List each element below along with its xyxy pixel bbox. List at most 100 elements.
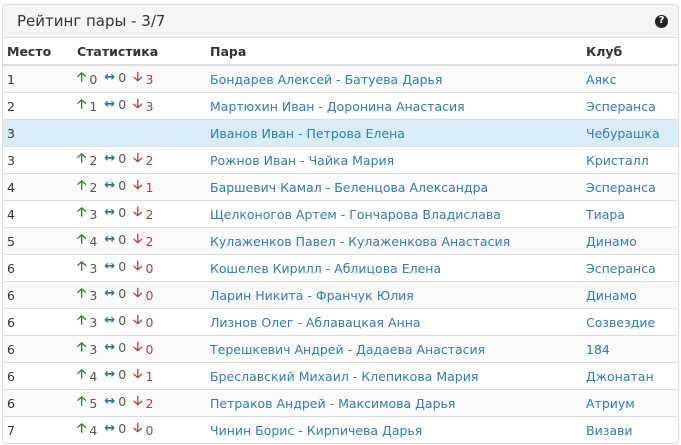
club-cell: Аякс [582,65,678,93]
club-link[interactable]: Кристалл [586,153,649,168]
club-link[interactable]: Визави [586,423,633,438]
club-link[interactable]: Созвездие [586,315,655,330]
draws-count: 0 [118,394,127,409]
rating-table: Место Статистика Пара Клуб 1 🡡 0 ↔ 0 🡣 3 Бондар… [3,38,678,443]
club-link[interactable]: Динамо [586,288,637,303]
club-link[interactable]: Эсперанса [586,99,656,114]
pair-link[interactable]: Терешкевич Андрей - Дадаева Анастасия [210,342,485,357]
losses-count: 1 [145,179,154,195]
pair-link[interactable]: Лизнов Олег - Аблавацкая Анна [210,315,421,330]
place-cell: 2 [3,92,73,120]
arrow-left-right-icon: ↔ [104,367,116,382]
losses-count: 2 [145,206,154,222]
wins-stat: 🡡 5 [77,392,97,414]
club-link[interactable]: Джонатан [586,369,654,384]
draws-count: 0 [118,232,127,247]
pair-link[interactable]: Петраков Андрей - Максимова Дарья [210,396,455,411]
club-link[interactable]: Эсперанса [586,261,656,276]
arrow-up-icon: 🡡 [77,178,87,193]
losses-count: 0 [145,287,154,303]
club-cell: Тиара [582,200,678,228]
pair-cell: Мартюхин Иван - Доронина Анастасия [206,92,582,120]
stats-cell: 🡡 4 ↔ 0 🡣 2 [73,227,206,255]
pair-cell: Кошелев Кирилл - Аблицова Елена [206,254,582,282]
pair-link[interactable]: Кошелев Кирилл - Аблицова Елена [210,261,441,276]
losses-stat: 🡣 0 [133,338,153,360]
pair-link[interactable]: Рожнов Иван - Чайка Мария [210,153,394,168]
arrow-left-right-icon: ↔ [104,205,116,220]
wins-count: 2 [89,152,98,168]
wins-stat: 🡡 4 [77,365,97,387]
wins-stat: 🡡 2 [77,176,97,198]
place-cell: 4 [3,173,73,201]
losses-stat: 🡣 2 [133,230,153,252]
wins-count: 3 [89,287,98,303]
wins-count: 1 [89,98,98,114]
wins-stat: 🡡 3 [77,257,97,279]
stats-cell: 🡡 3 ↔ 0 🡣 0 [73,308,206,336]
club-cell: Динамо [582,281,678,309]
losses-stat: 🡣 2 [133,203,153,225]
table-row: 4 🡡 2 ↔ 0 🡣 1 Баршевич Камал - Беленцова Алекса… [3,173,678,201]
wins-count: 4 [89,368,98,384]
club-link[interactable]: 184 [586,342,610,357]
pair-cell: Петраков Андрей - Максимова Дарья [206,389,582,417]
arrow-left-right-icon: ↔ [104,70,116,85]
pair-link[interactable]: Иванов Иван - Петрова Елена [210,126,405,141]
col-header-place: Место [3,38,73,66]
club-link[interactable]: Аякс [586,72,617,87]
losses-stat: 🡣 1 [133,176,153,198]
pair-link[interactable]: Ларин Никита - Франчук Юлия [210,288,414,303]
arrow-up-icon: 🡡 [77,421,87,436]
club-cell: Эсперанса [582,254,678,282]
pair-link[interactable]: Бреславский Михаил - Клепикова Мария [210,369,478,384]
table-row: 6 🡡 3 ↔ 0 🡣 0 Ларин Никита - Франчук Юлия Динамо [3,281,678,309]
wins-stat: 🡡 3 [77,338,97,360]
pair-cell: Терешкевич Андрей - Дадаева Анастасия [206,335,582,363]
pair-link[interactable]: Чинин Борис - Кирпичева Дарья [210,423,422,438]
club-cell: Созвездие [582,308,678,336]
pair-link[interactable]: Кулаженков Павел - Кулаженкова Анастасия [210,234,510,249]
arrow-up-icon: 🡡 [77,97,87,112]
arrow-left-right-icon: ↔ [104,340,116,355]
arrow-down-icon: 🡣 [133,97,143,112]
losses-stat: 🡣 3 [133,95,153,117]
draws-stat: ↔ 0 [104,70,126,85]
club-cell: Атриум [582,389,678,417]
club-cell: Динамо [582,227,678,255]
pair-cell: Бреславский Михаил - Клепикова Мария [206,362,582,390]
club-link[interactable]: Динамо [586,234,637,249]
arrow-left-right-icon: ↔ [104,421,116,436]
draws-stat: ↔ 0 [104,259,126,274]
pair-link[interactable]: Бондарев Алексей - Батуева Дарья [210,72,442,87]
table-header-row: Место Статистика Пара Клуб [3,38,678,66]
wins-count: 3 [89,314,98,330]
club-link[interactable]: Эсперанса [586,180,656,195]
losses-stat: 🡣 2 [133,392,153,414]
losses-count: 0 [145,314,154,330]
pair-link[interactable]: Баршевич Камал - Беленцова Александра [210,180,488,195]
wins-count: 5 [89,395,98,411]
club-cell: Джонатан [582,362,678,390]
pair-link[interactable]: Мартюхин Иван - Доронина Анастасия [210,99,465,114]
pair-link[interactable]: Щелконогов Артем - Гончарова Владислава [210,207,501,222]
club-link[interactable]: Тиара [586,207,625,222]
place-cell: 6 [3,335,73,363]
arrow-left-right-icon: ↔ [104,259,116,274]
arrow-down-icon: 🡣 [133,313,143,328]
arrow-down-icon: 🡣 [133,286,143,301]
arrow-up-icon: 🡡 [77,259,87,274]
arrow-left-right-icon: ↔ [104,232,116,247]
arrow-up-icon: 🡡 [77,313,87,328]
draws-stat: ↔ 0 [104,178,126,193]
club-cell: 184 [582,335,678,363]
wins-stat: 🡡 4 [77,230,97,252]
pair-cell: Ларин Никита - Франчук Юлия [206,281,582,309]
club-link[interactable]: Чебурашка [586,126,660,141]
club-cell: Кристалл [582,146,678,174]
table-row: 6 🡡 3 ↔ 0 🡣 0 Кошелев Кирилл - Аблицова Елена Эс… [3,254,678,282]
club-link[interactable]: Атриум [586,396,635,411]
draws-count: 0 [118,97,127,112]
help-icon[interactable]: ? [655,14,668,28]
losses-count: 2 [145,152,154,168]
